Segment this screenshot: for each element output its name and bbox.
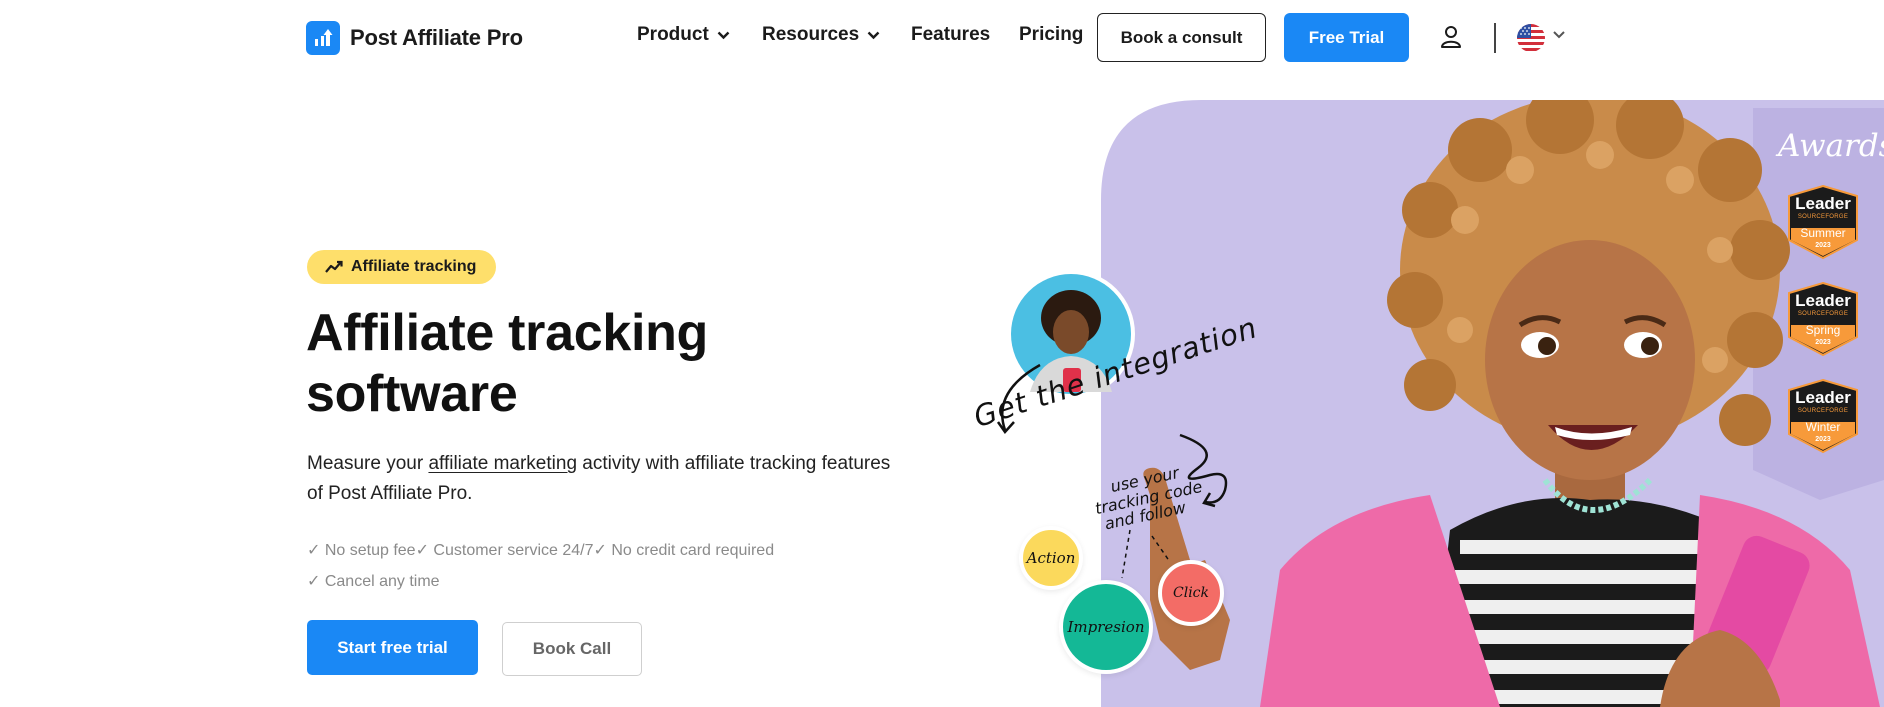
award-season: Summer: [1800, 226, 1846, 240]
logo-icon: [306, 21, 340, 55]
bubble-label: Impresion: [1067, 618, 1145, 636]
user-icon[interactable]: [1440, 25, 1462, 49]
benefits-list: ✓ No setup fee✓ Customer service 24/7✓ N…: [307, 535, 827, 597]
chevron-down-icon[interactable]: [1552, 30, 1566, 40]
award-brand: SOURCEFORGE: [1797, 214, 1849, 220]
bubble-label: Action: [1026, 549, 1076, 567]
benefits-line: ✓ Cancel any time: [307, 573, 440, 590]
site-header: Post Affiliate Pro Product Resources Fea…: [0, 0, 1884, 76]
nav-item-pricing[interactable]: Pricing: [1019, 24, 1083, 46]
award-year: 2023: [1815, 436, 1831, 443]
trending-up-icon: [325, 260, 343, 273]
hero-description: Measure your affiliate marketing activit…: [307, 449, 897, 509]
action-bubble: Action: [1019, 526, 1083, 590]
page-title: Affiliate tracking software: [306, 304, 709, 423]
nav-item-label: Product: [637, 24, 709, 45]
award-badge-winter: Leader SOURCEFORGE Winter 2023: [1787, 378, 1859, 454]
nav-item-label: Resources: [762, 24, 860, 45]
benefits-line: ✓ No setup fee✓ Customer service 24/7✓ N…: [307, 542, 775, 559]
nav-item-label: Pricing: [1019, 24, 1084, 45]
chevron-down-icon: [717, 31, 730, 39]
category-badge: Affiliate tracking: [307, 250, 497, 284]
logo[interactable]: Post Affiliate Pro: [306, 21, 523, 55]
us-flag-icon[interactable]: [1517, 24, 1545, 52]
award-title: Leader: [1795, 388, 1851, 407]
free-trial-button[interactable]: Free Trial: [1284, 13, 1409, 62]
book-call-button[interactable]: Book Call: [502, 622, 642, 676]
award-season: Winter: [1805, 420, 1841, 434]
award-badge-summer: Leader SOURCEFORGE Summer 2023: [1787, 184, 1859, 260]
start-free-trial-button[interactable]: Start free trial: [307, 620, 478, 675]
awards-title: Awards: [1778, 128, 1884, 164]
award-season: Spring: [1805, 323, 1841, 337]
nav-item-product[interactable]: Product: [637, 24, 730, 46]
book-consult-button[interactable]: Book a consult: [1097, 13, 1266, 62]
bubble-label: Click: [1173, 585, 1209, 601]
nav-item-resources[interactable]: Resources: [762, 24, 880, 46]
logo-text: Post Affiliate Pro: [350, 25, 523, 50]
desc-prefix: Measure your: [307, 453, 429, 474]
award-badge-spring: Leader SOURCEFORGE Spring 2023: [1787, 281, 1859, 357]
award-brand: SOURCEFORGE: [1797, 408, 1849, 414]
impression-bubble: Impresion: [1059, 580, 1153, 674]
award-year: 2023: [1815, 242, 1831, 249]
award-title: Leader: [1795, 194, 1851, 213]
chevron-down-icon: [867, 31, 880, 39]
award-year: 2023: [1815, 339, 1831, 346]
click-bubble: Click: [1158, 560, 1224, 626]
award-title: Leader: [1795, 291, 1851, 310]
nav-item-features[interactable]: Features: [911, 24, 990, 46]
badge-label: Affiliate tracking: [351, 258, 477, 275]
header-divider: [1494, 23, 1496, 53]
award-brand: SOURCEFORGE: [1797, 311, 1849, 317]
nav-item-label: Features: [911, 24, 991, 45]
affiliate-marketing-link[interactable]: affiliate marketing: [428, 453, 577, 474]
